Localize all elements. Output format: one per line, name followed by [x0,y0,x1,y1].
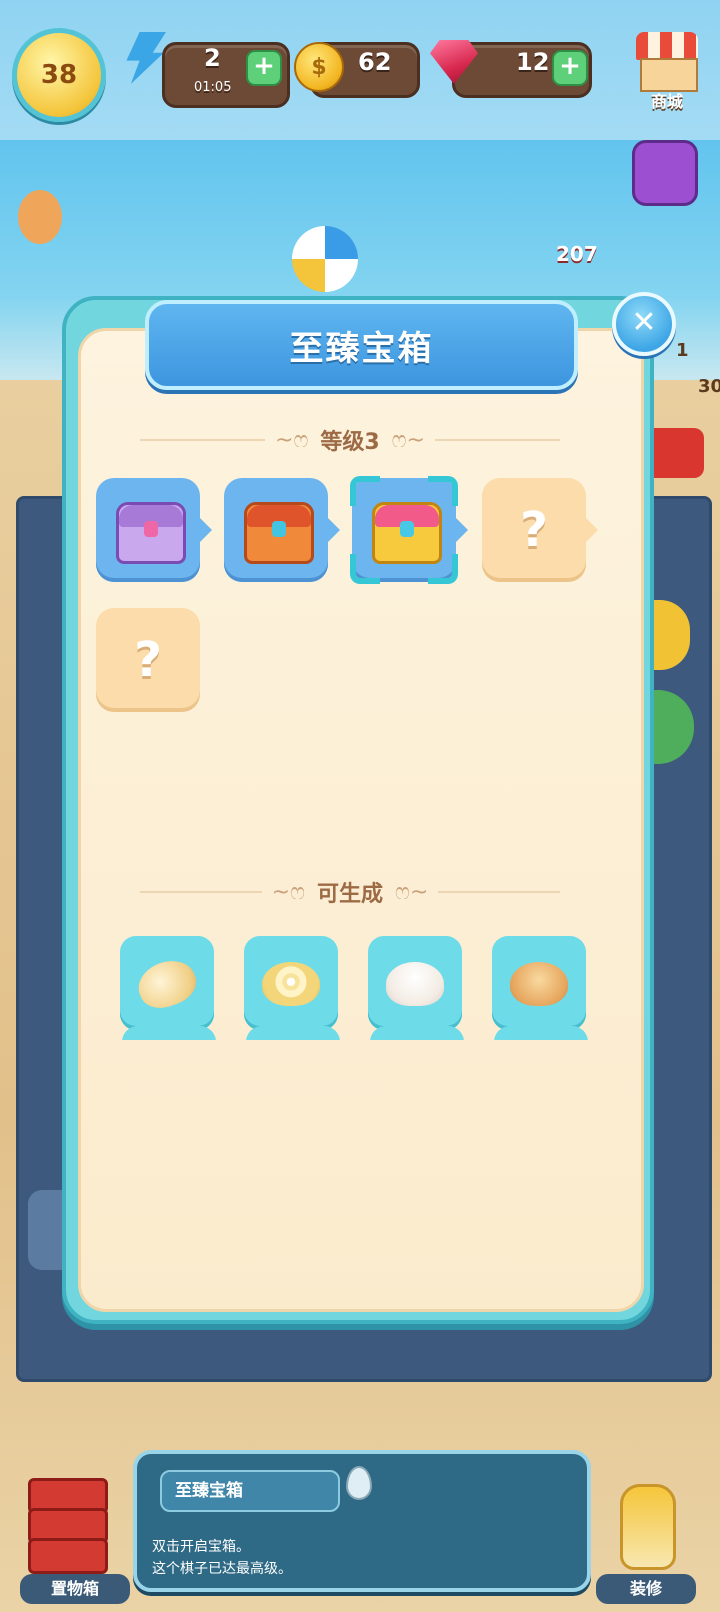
balloon-decoration [18,190,62,244]
paint-bottle-icon [620,1484,676,1570]
modal-title: 至臻宝箱 [289,328,434,369]
level-heading: ~ෆ 等级3 ෆ~ [130,420,570,460]
swirl-ornament-icon: ෆ~ [391,427,425,453]
chain-tile-3-selected[interactable] [350,476,468,584]
droplet-icon [346,1466,372,1500]
energy-value: 2 [204,44,221,72]
purple-chest-icon [116,502,186,564]
energy-timer: 01:05 [194,80,232,95]
generate-item-next[interactable] [246,1026,340,1040]
divider [438,891,561,893]
side-value-1: 1 [676,340,689,361]
chain-tile-2[interactable] [224,478,340,582]
generate-item-next[interactable] [122,1026,216,1040]
swirl-ornament-icon: ~ෆ [271,879,305,905]
storage-box-button[interactable]: 置物箱 [20,1478,130,1604]
storage-box-label: 置物箱 [20,1574,130,1604]
question-mark-icon: ? [520,502,548,558]
generates-heading: ~ෆ 可生成 ෆ~ [130,872,570,912]
question-mark-icon: ? [134,632,162,688]
side-value-2: 30 [698,376,720,397]
close-button[interactable]: ✕ [612,292,676,356]
red-chest-icon [244,502,314,564]
chain-arrow [586,518,598,542]
crate-icon [28,1538,108,1574]
generate-item-2[interactable] [244,936,338,1030]
chain-tile-5-locked[interactable]: ? [96,608,200,712]
divider [140,891,262,893]
coin-icon: $ [294,42,344,92]
generate-item-1[interactable] [120,936,214,1030]
decorate-label: 装修 [596,1574,696,1604]
energy-lightning-icon [126,32,166,84]
close-icon: ✕ [631,305,657,340]
generates-heading-text: 可生成 [317,882,384,907]
description-line-1: 双击开启宝箱。 [152,1539,250,1555]
player-level: 38 [40,60,78,90]
shop-building-icon [640,58,698,92]
swirl-ornament-icon: ~ෆ [275,427,309,453]
gem-value: 12 [516,48,550,76]
description-line-2: 这个棋子已达最高级。 [152,1561,292,1577]
chain-tile-1[interactable] [96,478,212,582]
coin-value: 62 [358,48,392,76]
generate-item-next[interactable] [370,1026,464,1040]
add-gems-button[interactable]: + [552,50,588,86]
shop-button[interactable]: 商城 [630,32,704,111]
generate-item-4[interactable] [492,936,586,1030]
chain-arrow [200,518,212,542]
modal-title-banner: 至臻宝箱 [145,300,578,390]
swirl-bun-icon [262,962,320,1006]
bread-roll-icon [132,953,202,1015]
add-energy-button[interactable]: + [246,50,282,86]
chain-arrow [328,518,340,542]
item-description: 双击开启宝箱。 这个棋子已达最高级。 [152,1536,292,1580]
chain-tile-4-locked[interactable]: ? [482,478,598,582]
side-event-button[interactable] [632,140,698,206]
shop-label: 商城 [650,92,683,111]
item-title: 至臻宝箱 [175,1481,243,1501]
chain-arrow [456,518,468,542]
generate-item-3[interactable] [368,936,462,1030]
sesame-bun-icon [510,962,568,1006]
decorate-button[interactable]: 装修 [590,1478,708,1604]
generate-item-next[interactable] [494,1026,588,1040]
bubble-count-badge: 207 [556,242,598,266]
level-heading-text: 等级3 [320,430,380,455]
shop-awning-icon [636,32,698,60]
beach-ball-decoration [292,226,358,292]
steamed-bun-icon [386,962,444,1006]
selection-frame [350,476,458,584]
divider [434,439,560,441]
swirl-ornament-icon: ෆ~ [395,879,429,905]
divider [140,439,266,441]
player-level-badge[interactable]: 38 [12,28,106,122]
scroll-clip-area [90,1020,610,1040]
